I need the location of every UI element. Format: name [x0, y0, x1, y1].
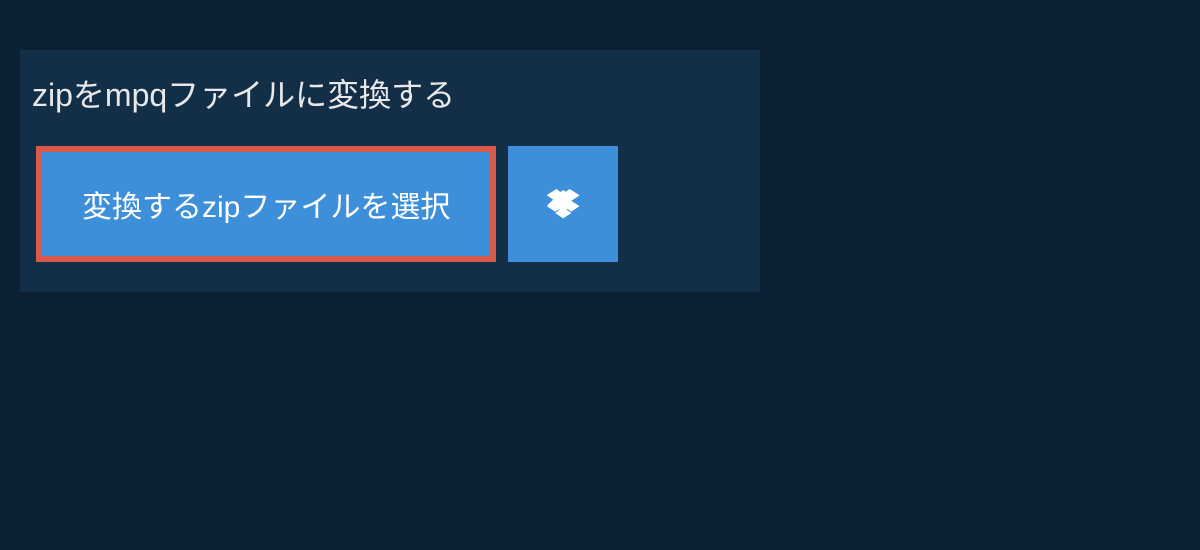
- dropbox-button[interactable]: [508, 146, 618, 262]
- page-title: zipをmpqファイルに変換する: [20, 70, 760, 146]
- converter-panel: zipをmpqファイルに変換する 変換するzipファイルを選択: [20, 50, 760, 292]
- dropbox-icon: [545, 186, 581, 222]
- select-file-label: 変換するzipファイルを選択: [82, 191, 450, 224]
- button-row: 変換するzipファイルを選択: [20, 146, 760, 262]
- select-file-button[interactable]: 変換するzipファイルを選択: [36, 146, 496, 262]
